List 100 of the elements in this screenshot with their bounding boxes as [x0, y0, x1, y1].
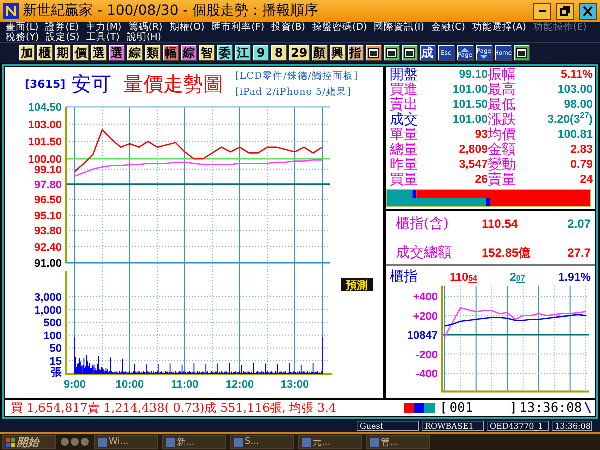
- triangle-up-icon: [461, 48, 470, 52]
- toolbar-button[interactable]: 委: [217, 45, 233, 61]
- y-tick-label: +400: [413, 292, 438, 304]
- quote-label: 單量: [390, 128, 419, 143]
- toolbar-button[interactable]: 8: [271, 45, 287, 61]
- time-label: 10:00: [116, 379, 144, 391]
- toolbar-button[interactable]: 綜: [127, 45, 143, 61]
- menu-item[interactable]: 金融(C): [431, 23, 466, 32]
- category-tag: [LCD零件/錸德/觸控面板]: [236, 70, 358, 82]
- y-tick-label: 96.50: [34, 194, 62, 206]
- toolbar-button[interactable]: 期: [55, 45, 71, 61]
- toolbar-button[interactable]: 類: [145, 45, 161, 61]
- toolbar-button[interactable]: 指: [348, 45, 364, 61]
- picture-button[interactable]: [366, 45, 382, 61]
- stock-name: 安可: [72, 70, 112, 98]
- picture-button[interactable]: [402, 45, 418, 61]
- menu-item[interactable]: 期權(O): [170, 23, 205, 32]
- y-tick-label: -200: [416, 349, 438, 362]
- toolbar-button[interactable]: 江: [235, 45, 251, 61]
- volume-tick-label: 100: [44, 330, 62, 342]
- time-label: 9:00: [64, 379, 86, 391]
- toolbar-button[interactable]: 加: [19, 45, 35, 61]
- menu-item[interactable]: 工具(T): [86, 32, 120, 42]
- taskbar-button[interactable]: Wi...: [94, 435, 158, 449]
- y-tick-label: 99.10: [34, 164, 62, 176]
- toolbar-button[interactable]: 29: [289, 45, 310, 61]
- window-icon: [516, 48, 528, 58]
- quick-launch-icon[interactable]: [60, 437, 90, 447]
- minimize-button[interactable]: [533, 2, 551, 20]
- taskbar-button[interactable]: 元...: [298, 435, 362, 449]
- y-tick-label: 92.40: [34, 242, 62, 254]
- menu-item[interactable]: 投資(B): [272, 23, 306, 32]
- y-tick-label: 95.10: [34, 210, 62, 223]
- time-label: 12:00: [226, 379, 254, 391]
- menu-item[interactable]: 操盤密碼(D): [312, 23, 368, 32]
- forecast-button[interactable]: 預測: [341, 278, 373, 292]
- app-icon: [3, 3, 19, 19]
- window-icon: [368, 48, 380, 58]
- menu-item[interactable]: 說明(H): [126, 32, 162, 42]
- minimize-icon: [538, 10, 546, 12]
- menu-item[interactable]: 主力(M): [86, 23, 122, 32]
- start-button[interactable]: 開始: [2, 435, 56, 449]
- volume-tick-label: 1,000: [34, 304, 62, 317]
- menu-item[interactable]: 稅務(Y): [6, 32, 40, 42]
- summary-value: 152.85億: [482, 244, 532, 262]
- window-icon: [386, 48, 398, 58]
- toolbar-button[interactable]: 價: [73, 45, 89, 61]
- quote-value: 24: [579, 173, 593, 188]
- menu-item[interactable]: 籌碼(R): [128, 23, 163, 32]
- category-tag: [iPad 2/iPhone 5/蘋果]: [236, 86, 358, 98]
- toolbar-button[interactable]: 顏: [312, 45, 328, 61]
- summary-change: 27.7: [566, 246, 591, 260]
- volume-tick-label: 3,000: [34, 292, 62, 304]
- quote-label: 最高: [488, 83, 517, 98]
- quote-value: 93: [474, 128, 488, 143]
- four-squares-icon: [6, 438, 15, 446]
- menu-item[interactable]: 證券(E): [46, 23, 80, 32]
- menu-item[interactable]: 功能選擇(A): [472, 23, 526, 32]
- toolbar-button[interactable]: 選: [91, 45, 107, 61]
- toolbar-button[interactable]: 幅: [163, 45, 179, 61]
- window-icon: [302, 438, 311, 446]
- y-tick-label: 103.00: [28, 119, 62, 132]
- color-blocks-icon: [404, 403, 435, 413]
- quote-value: 2.83: [570, 143, 593, 158]
- stock-code: [3615]: [25, 78, 66, 90]
- summary-change: 2.07: [566, 217, 591, 231]
- menu-item[interactable]: 畫面(L): [6, 23, 39, 32]
- status-cell: OED43770_1: [487, 421, 549, 431]
- volume-tick-label: 500: [44, 318, 62, 330]
- quote-value: 99.10: [458, 68, 488, 83]
- taskbar-button[interactable]: 新...: [162, 435, 226, 449]
- menu-item[interactable]: 國際資訊(I): [374, 23, 424, 32]
- picture-button[interactable]: [384, 45, 400, 61]
- toolbar-button[interactable]: 綜: [181, 45, 197, 61]
- window-icon: [234, 438, 243, 446]
- toolbar-button[interactable]: 智: [199, 45, 215, 61]
- taskbar-button[interactable]: S...: [230, 435, 294, 449]
- quote-label: 開盤: [390, 68, 419, 83]
- y-tick-label: 91.00: [34, 258, 62, 270]
- volume-tick-label: 50: [50, 343, 62, 356]
- close-icon: [583, 6, 593, 16]
- status-cell: ROWBASE1: [422, 421, 484, 431]
- menu-item[interactable]: 匯市利率(F): [212, 23, 265, 32]
- clock: 13:36:08: [520, 400, 582, 416]
- menu-item[interactable]: 設定(S): [46, 32, 80, 42]
- window-icon: [98, 438, 107, 446]
- toolbar-button[interactable]: 櫃: [37, 45, 53, 61]
- toolbar-button[interactable]: 成: [420, 45, 436, 61]
- y-tick-label: 100.00: [28, 154, 62, 166]
- taskbar-button[interactable]: 管...: [366, 435, 430, 449]
- window-icon: [404, 48, 416, 58]
- picture-button[interactable]: [514, 45, 530, 61]
- restore-button[interactable]: [556, 2, 574, 20]
- toolbar-button[interactable]: 選: [109, 45, 125, 61]
- y-tick-label: 97.80: [34, 179, 62, 192]
- close-button[interactable]: [579, 2, 597, 20]
- index-label: 櫃指: [390, 268, 419, 286]
- quote-value: 5.11%: [560, 68, 593, 83]
- toolbar-button[interactable]: 9: [253, 45, 269, 61]
- toolbar-button[interactable]: 興: [330, 45, 346, 61]
